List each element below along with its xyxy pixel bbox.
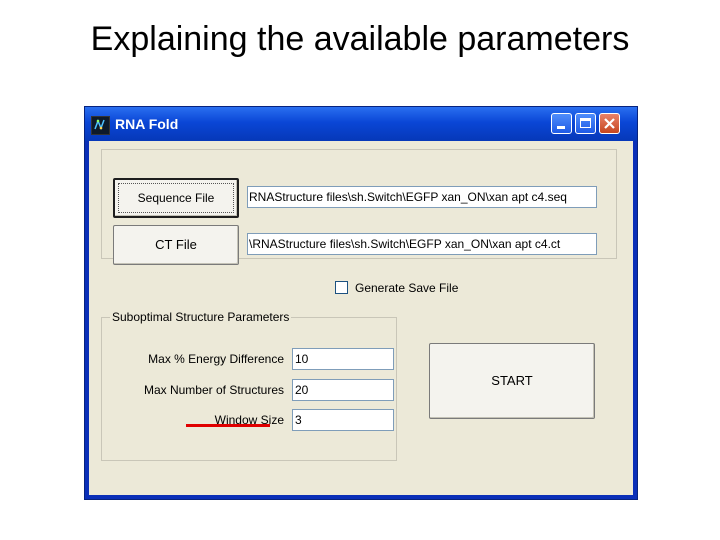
param-row: Max Number of Structures — [102, 383, 284, 399]
max-energy-difference-input[interactable]: 10 — [292, 348, 394, 370]
sequence-file-button[interactable]: Sequence File — [113, 178, 239, 218]
minimize-button[interactable] — [551, 113, 572, 134]
slide-title: Explaining the available parameters — [90, 20, 630, 58]
suboptimal-parameters-group: Suboptimal Structure Parameters Max % En… — [101, 310, 397, 461]
title-bar[interactable]: RNA Fold — [85, 107, 637, 141]
ct-file-path-field[interactable]: \RNAStructure files\sh.Switch\EGFP xan_O… — [247, 233, 597, 255]
generate-save-file-label[interactable]: Generate Save File — [355, 281, 458, 295]
window-client-area: Sequence File RNAStructure files\sh.Swit… — [89, 141, 633, 495]
window-size-highlight-underline — [186, 424, 270, 427]
ct-file-button[interactable]: CT File — [113, 225, 239, 265]
window-size-input[interactable]: 3 — [292, 409, 394, 431]
suboptimal-parameters-title: Suboptimal Structure Parameters — [110, 310, 292, 324]
rna-fold-app-icon[interactable] — [91, 116, 110, 135]
sequence-file-path-field[interactable]: RNAStructure files\sh.Switch\EGFP xan_ON… — [247, 186, 597, 208]
focus-rectangle — [118, 183, 234, 213]
rna-fold-window: RNA Fold Sequence File RNAStructure file… — [84, 106, 638, 500]
window-title: RNA Fold — [115, 116, 179, 132]
generate-save-file-checkbox[interactable] — [335, 281, 348, 294]
maximize-icon — [580, 118, 591, 128]
max-number-of-structures-label: Max Number of Structures — [143, 383, 284, 397]
param-row: Max % Energy Difference — [102, 352, 284, 368]
ct-file-button-label: CT File — [155, 237, 197, 252]
max-energy-difference-label: Max % Energy Difference — [148, 352, 284, 366]
close-button[interactable] — [599, 113, 620, 134]
start-button[interactable]: START — [429, 343, 595, 419]
close-icon — [604, 118, 615, 129]
start-button-label: START — [491, 373, 533, 388]
maximize-button[interactable] — [575, 113, 596, 134]
max-number-of-structures-input[interactable]: 20 — [292, 379, 394, 401]
minimize-icon — [557, 126, 565, 129]
